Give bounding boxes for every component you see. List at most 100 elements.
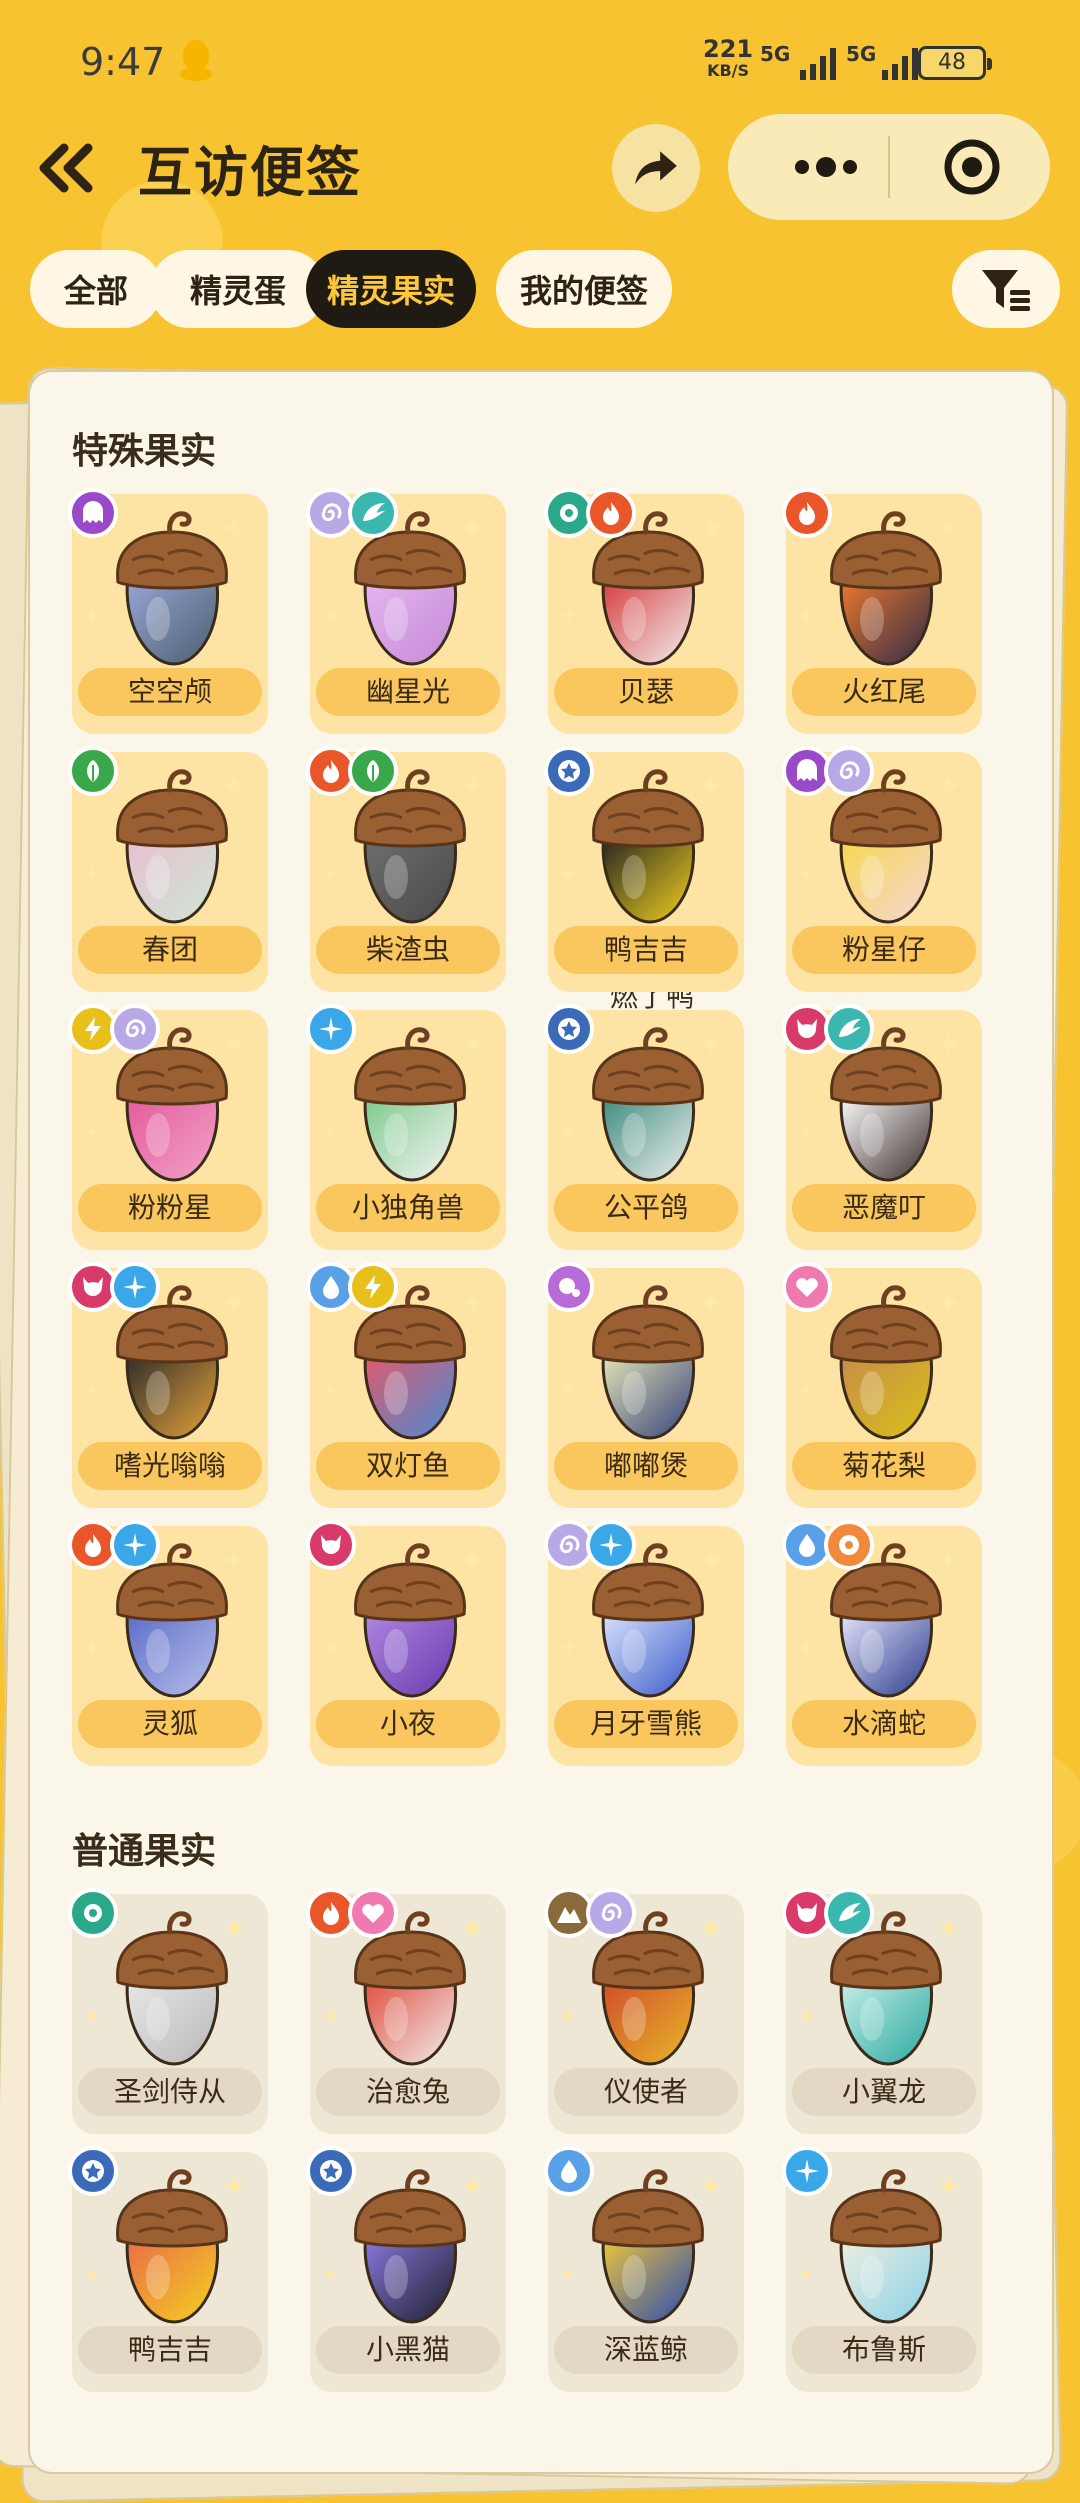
type-badges [544, 1888, 636, 1938]
type-badges [544, 488, 636, 538]
sparkle-decoration: ✦ [322, 2004, 339, 2028]
tab-all[interactable]: 全部 [30, 250, 162, 328]
fruit-name: 布鲁斯 [792, 2326, 976, 2374]
special-fruit-item[interactable]: ✦ ✦ 春团 [68, 746, 272, 997]
special-fruit-item[interactable]: ✦ ✦ 月牙雪熊 [544, 1520, 748, 1771]
acorn-fruit-icon [116, 511, 228, 666]
fruit-name: 小翼龙 [792, 2068, 976, 2116]
back-icon[interactable] [30, 138, 100, 198]
sparkle-decoration: ✦ [322, 1120, 339, 1144]
type-badges [782, 2146, 832, 2196]
star-icon [306, 2146, 356, 2196]
normal-fruit-item[interactable]: ✦ ✦ 圣剑侍从 [68, 1888, 272, 2139]
special-fruit-item[interactable]: ✦ ✦ 火红尾 [782, 488, 986, 739]
acorn-fruit-icon [354, 1543, 466, 1698]
special-fruit-item[interactable]: ✦ ✦ 空空颅 [68, 488, 272, 739]
status-time: 9:47 [80, 40, 166, 84]
sparkle-decoration: ✦ [84, 1378, 101, 1402]
acorn-fruit-icon [354, 2169, 466, 2324]
fruit-name: 春团 [78, 926, 262, 974]
normal-fruit-item[interactable]: ✦ ✦ 深蓝鲸 [544, 2146, 748, 2397]
star-icon [544, 1004, 594, 1054]
special-fruit-item[interactable]: ✦ ✦ 幽星光 [306, 488, 510, 739]
tab-spirit-egg[interactable]: 精灵蛋 [150, 250, 326, 328]
fruit-name: 幽星光 [316, 668, 500, 716]
share-button[interactable] [612, 124, 700, 212]
sparkle-icon [782, 2146, 832, 2196]
acorn-fruit-icon [354, 1027, 466, 1182]
special-fruit-item[interactable]: ✦ ✦ 恶魔叮 [782, 1004, 986, 1255]
sparkle-decoration: ✦ [560, 1378, 577, 1402]
sparkle-decoration: ✦ [322, 604, 339, 628]
sparkle-decoration: ✦ [560, 2004, 577, 2028]
sparkle-decoration: ✦ [84, 1636, 101, 1660]
fruit-name: 嘟嘟煲 [554, 1442, 738, 1490]
normal-fruit-item[interactable]: ✦ ✦ 仪使者 [544, 1888, 748, 2139]
bubble-icon [544, 1262, 594, 1312]
tab-spirit-fruit[interactable]: 精灵果实 [306, 250, 476, 328]
special-fruit-item[interactable]: ✦ ✦ 嘟嘟煲 [544, 1262, 748, 1513]
normal-fruit-item[interactable]: ✦ ✦ 小翼龙 [782, 1888, 986, 2139]
type-badges [68, 488, 118, 538]
sparkle-decoration: ✦ [798, 1120, 815, 1144]
special-fruit-item[interactable]: ✦ ✦ 小夜 [306, 1520, 510, 1771]
acorn-fruit-icon [592, 2169, 704, 2324]
type-badges [782, 746, 874, 796]
special-fruit-item[interactable]: ✦ ✦ 灵狐 [68, 1520, 272, 1771]
more-menu-icon[interactable] [776, 142, 876, 192]
special-fruit-item[interactable]: ✦ ✦ 菊花梨 [782, 1262, 986, 1513]
fruit-name: 粉粉星 [78, 1184, 262, 1232]
special-fruit-item[interactable]: ✦ ✦ 粉星仔 [782, 746, 986, 997]
status-bar: 9:47 221 KB/S 5G 5G 48 [0, 0, 1080, 120]
fire-icon [782, 488, 832, 538]
type-badges [782, 488, 832, 538]
normal-fruit-item[interactable]: ✦ ✦ 小黑猫 [306, 2146, 510, 2397]
fruit-name: 治愈兔 [316, 2068, 500, 2116]
type-badges [544, 746, 594, 796]
filter-button[interactable] [952, 250, 1060, 328]
acorn-fruit-icon [116, 769, 228, 924]
special-fruit-item[interactable]: ✦ ✦ 鸭吉吉 [544, 746, 748, 997]
normal-fruit-item[interactable]: ✦ ✦ 治愈兔 [306, 1888, 510, 2139]
fruit-name: 圣剑侍从 [78, 2068, 262, 2116]
type-badges [544, 1262, 594, 1312]
fruit-name: 仪使者 [554, 2068, 738, 2116]
close-miniapp-icon[interactable] [942, 137, 1002, 197]
miniapp-capsule [728, 114, 1050, 220]
special-fruit-item[interactable]: ✦ ✦ 双灯鱼 [306, 1262, 510, 1513]
sparkle-decoration: ✦ [798, 2262, 815, 2286]
type-badges [782, 1520, 874, 1570]
type-badges [782, 1004, 874, 1054]
special-fruit-item[interactable]: ✦ ✦ 柴渣虫 [306, 746, 510, 997]
fruit-name: 柴渣虫 [316, 926, 500, 974]
sparkle-decoration: ✦ [322, 862, 339, 886]
fruit-name: 小黑猫 [316, 2326, 500, 2374]
type-badges [544, 1520, 636, 1570]
tab-my-notes[interactable]: 我的便签 [496, 250, 672, 328]
wing-icon [824, 1888, 874, 1938]
fruit-name: 鸭吉吉 [78, 2326, 262, 2374]
special-fruit-item[interactable]: ✦ ✦ 粉粉星 [68, 1004, 272, 1255]
special-fruit-item[interactable]: ✦ ✦ 公平鸽 [544, 1004, 748, 1255]
sparkle-decoration: ✦ [798, 1378, 815, 1402]
page-title: 互访便签 [138, 141, 362, 204]
sparkle-icon [306, 1004, 356, 1054]
sparkle-decoration: ✦ [84, 2004, 101, 2028]
signal-icon-1: 5G [760, 42, 840, 82]
ghost-icon [68, 488, 118, 538]
type-badges [68, 746, 118, 796]
type-badges [306, 1888, 398, 1938]
sparkle-icon [586, 1520, 636, 1570]
normal-fruit-item[interactable]: ✦ ✦ 鸭吉吉 [68, 2146, 272, 2397]
sparkle-icon [110, 1262, 160, 1312]
acorn-fruit-icon [830, 1285, 942, 1440]
special-fruit-item[interactable]: ✦ ✦ 水滴蛇 [782, 1520, 986, 1771]
fruit-name: 粉星仔 [792, 926, 976, 974]
signal-icon-2: 5G [846, 42, 926, 82]
special-fruit-item[interactable]: ✦ ✦ 贝瑟 [544, 488, 748, 739]
demon-icon [306, 1520, 356, 1570]
special-fruit-item[interactable]: ✦ ✦ 小独角兽 [306, 1004, 510, 1255]
special-fruit-item[interactable]: ✦ ✦ 嗜光嗡嗡 [68, 1262, 272, 1513]
fruit-name: 火红尾 [792, 668, 976, 716]
normal-fruit-item[interactable]: ✦ ✦ 布鲁斯 [782, 2146, 986, 2397]
